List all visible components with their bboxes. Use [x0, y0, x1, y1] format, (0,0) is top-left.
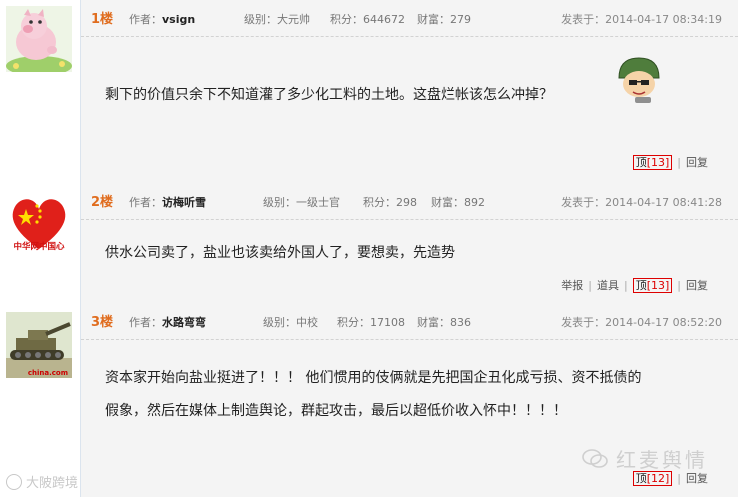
avatar-caption: 中华网中国心 — [13, 242, 65, 252]
post-actions: 顶[12] | 回复 — [632, 470, 708, 486]
avatar[interactable]: 中华网中国心 — [6, 191, 72, 257]
post-body: 2楼 作者：访梅听雪 级别：一级士官 积分：298 财富：892 发表于：201… — [81, 183, 738, 303]
avatar[interactable]: china.com — [6, 312, 72, 378]
points-value: 17108 — [370, 316, 405, 329]
author-info: 作者：vsign — [129, 13, 196, 26]
upvote-button[interactable]: 顶[12] — [632, 471, 673, 486]
post-body: 1楼 作者：vsign 级别：大元帅 积分：644672 财富：279 发表于：… — [81, 0, 738, 183]
level-value: 一级士官 — [296, 196, 340, 209]
upvote-button[interactable]: 顶[13] — [632, 278, 673, 293]
post-floor-2: 中华网中国心 2楼 作者：访梅听雪 级别：一级士官 积分：298 财富：892 … — [0, 183, 738, 303]
post-body: 3楼 作者：水路弯弯 级别：中校 积分：17108 财富：836 发表于：201… — [81, 303, 738, 497]
post-date: 发表于：2014-04-17 08:52:20 — [561, 316, 722, 329]
points-info: 积分：644672 — [330, 13, 405, 26]
author-name[interactable]: 访梅听雪 — [162, 196, 206, 209]
content-line: 资本家开始向盐业挺进了！！！ 他们惯用的伎俩就是先把国企丑化成亏损、资不抵债的 — [105, 370, 642, 386]
author-sidebar: 中华网中国心 — [0, 183, 81, 303]
post-content: 剩下的价值只余下不知道灌了多少化工料的土地。这盘烂帐该怎么冲掉？ — [105, 87, 553, 103]
floor-number[interactable]: 3楼 — [91, 311, 113, 330]
post-actions: 举报 | 道具 | 顶[13] | 回复 — [561, 277, 708, 293]
author-info: 作者：水路弯弯 — [129, 316, 206, 329]
level-info: 级别：一级士官 — [263, 196, 340, 209]
content-line: 假象，然后在媒体上制造舆论，群起攻击，最后以超低价收入怀中！！！！ — [105, 403, 567, 419]
author-name[interactable]: vsign — [162, 13, 195, 26]
soldier-emoticon-icon — [613, 52, 665, 104]
report-link[interactable]: 举报 — [561, 279, 583, 292]
post-header: 3楼 作者：水路弯弯 级别：中校 积分：17108 财富：836 发表于：201… — [81, 303, 738, 340]
tool-link[interactable]: 道具 — [597, 279, 619, 292]
post-content: 资本家开始向盐业挺进了！！！ 他们惯用的伎俩就是先把国企丑化成亏损、资不抵债的 … — [105, 362, 641, 428]
wealth-value: 892 — [464, 196, 485, 209]
wealth-value: 836 — [450, 316, 471, 329]
author-name[interactable]: 水路弯弯 — [162, 316, 206, 329]
points-info: 积分：17108 — [337, 316, 405, 329]
post-actions: 顶[13] | 回复 — [632, 154, 708, 170]
reply-link[interactable]: 回复 — [686, 472, 708, 485]
points-value: 298 — [396, 196, 417, 209]
author-sidebar: china.com — [0, 303, 81, 497]
divider: | — [677, 279, 681, 292]
level-info: 级别：大元帅 — [244, 13, 310, 26]
level-info: 级别：中校 — [263, 316, 318, 329]
avatar-caption: china.com — [27, 369, 68, 377]
wealth-info: 财富：892 — [431, 196, 485, 209]
wealth-info: 财富：836 — [417, 316, 471, 329]
upvote-button[interactable]: 顶[13] — [632, 155, 673, 170]
avatar[interactable] — [6, 6, 72, 72]
logo-icon — [6, 474, 22, 490]
floor-number[interactable]: 2楼 — [91, 191, 113, 210]
wealth-info: 财富：279 — [417, 13, 471, 26]
divider: | — [677, 156, 681, 169]
post-header: 1楼 作者：vsign 级别：大元帅 积分：644672 财富：279 发表于：… — [81, 0, 738, 37]
post-floor-3: china.com 3楼 作者：水路弯弯 级别：中校 积分：17108 财富：8… — [0, 303, 738, 497]
wealth-value: 279 — [450, 13, 471, 26]
points-info: 积分：298 — [363, 196, 417, 209]
post-floor-1: 1楼 作者：vsign 级别：大元帅 积分：644672 财富：279 发表于：… — [0, 0, 738, 183]
author-sidebar — [0, 0, 81, 183]
author-info: 作者：访梅听雪 — [129, 196, 206, 209]
level-value: 中校 — [296, 316, 318, 329]
divider: | — [677, 472, 681, 485]
reply-link[interactable]: 回复 — [686, 156, 708, 169]
watermark: 红麦舆情 — [582, 444, 708, 473]
wechat-icon — [582, 449, 608, 469]
divider: | — [623, 279, 628, 292]
divider: | — [588, 279, 592, 292]
post-header: 2楼 作者：访梅听雪 级别：一级士官 积分：298 财富：892 发表于：201… — [81, 183, 738, 220]
floor-number[interactable]: 1楼 — [91, 8, 113, 27]
level-value: 大元帅 — [277, 13, 310, 26]
watermark-bottom: 大陂跨境 — [6, 472, 78, 491]
points-value: 644672 — [363, 13, 405, 26]
reply-link[interactable]: 回复 — [686, 279, 708, 292]
post-content: 供水公司卖了，盐业也该卖给外国人了，要想卖，先造势 — [105, 245, 455, 261]
post-date: 发表于：2014-04-17 08:41:28 — [561, 196, 722, 209]
post-date: 发表于：2014-04-17 08:34:19 — [561, 13, 722, 26]
